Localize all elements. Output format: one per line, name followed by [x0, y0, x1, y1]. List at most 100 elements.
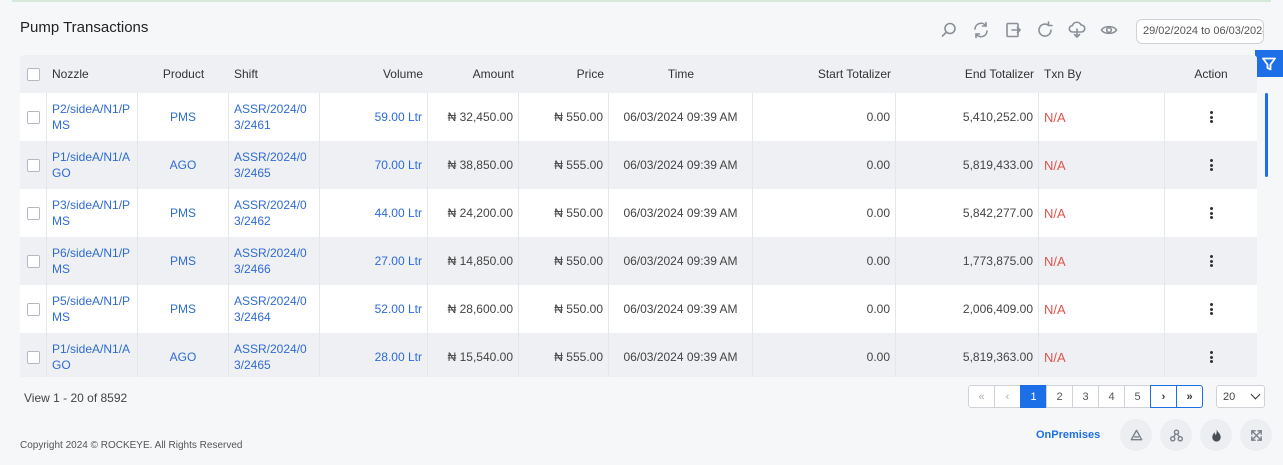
- table-scrollbar[interactable]: [1265, 93, 1268, 177]
- header-shift[interactable]: Shift: [229, 55, 320, 93]
- nozzle-link[interactable]: P6/sideA/N1/PMS: [52, 245, 132, 277]
- export-icon[interactable]: [1002, 19, 1024, 41]
- header-product[interactable]: Product: [138, 55, 229, 93]
- header-txn-by[interactable]: Txn By: [1039, 55, 1165, 93]
- volume-link[interactable]: 59.00 Ltr: [375, 109, 422, 125]
- time-value: 06/03/2024 09:39 AM: [623, 158, 738, 172]
- recycle-icon[interactable]: [1120, 419, 1152, 451]
- time-value: 06/03/2024 09:39 AM: [623, 110, 738, 124]
- top-divider: [12, 0, 1271, 2]
- table-row: P2/sideA/N1/PMS PMS ASSR/2024/03/2461 59…: [20, 93, 1257, 141]
- date-range-input[interactable]: 29/02/2024 to 06/03/2024: [1136, 19, 1264, 44]
- row-action-menu-icon[interactable]: [1204, 301, 1218, 317]
- row-checkbox[interactable]: [26, 158, 40, 172]
- product-link[interactable]: PMS: [170, 205, 196, 221]
- shift-link[interactable]: ASSR/2024/03/2462: [234, 197, 314, 229]
- row-checkbox[interactable]: [26, 110, 40, 124]
- page-button[interactable]: 4: [1098, 385, 1125, 408]
- row-action-menu-icon[interactable]: [1204, 349, 1218, 365]
- start-totalizer-value: 0.00: [866, 206, 890, 220]
- prev-page-button[interactable]: ‹: [994, 385, 1021, 408]
- eye-icon[interactable]: [1098, 19, 1120, 41]
- volume-link[interactable]: 44.00 Ltr: [375, 205, 422, 221]
- amount-value: ₦ 14,850.00: [447, 254, 513, 268]
- header-nozzle[interactable]: Nozzle: [47, 55, 138, 93]
- toolbar: [938, 19, 1130, 41]
- price-value: ₦ 550.00: [554, 206, 603, 220]
- header-start-totalizer[interactable]: Start Totalizer: [753, 55, 896, 93]
- shift-link[interactable]: ASSR/2024/03/2464: [234, 293, 314, 325]
- txn-by-value: N/A: [1044, 301, 1066, 317]
- shift-link[interactable]: ASSR/2024/03/2465: [234, 149, 314, 181]
- table-row: P3/sideA/N1/PMS PMS ASSR/2024/03/2462 44…: [20, 189, 1257, 237]
- volume-link[interactable]: 52.00 Ltr: [375, 301, 422, 317]
- row-checkbox[interactable]: [26, 350, 40, 364]
- next-page-button[interactable]: ›: [1150, 385, 1177, 408]
- product-link[interactable]: PMS: [170, 109, 196, 125]
- nozzle-link[interactable]: P5/sideA/N1/PMS: [52, 293, 132, 325]
- product-link[interactable]: PMS: [170, 253, 196, 269]
- start-totalizer-value: 0.00: [866, 350, 890, 364]
- header-price[interactable]: Price: [519, 55, 609, 93]
- first-page-button[interactable]: «: [968, 385, 995, 408]
- volume-link[interactable]: 70.00 Ltr: [375, 157, 422, 173]
- product-link[interactable]: AGO: [170, 349, 197, 365]
- row-checkbox[interactable]: [26, 206, 40, 220]
- table-header: Nozzle Product Shift Volume Amount Price…: [20, 55, 1257, 93]
- product-link[interactable]: AGO: [170, 157, 197, 173]
- fullscreen-icon[interactable]: [1240, 419, 1272, 451]
- header-amount[interactable]: Amount: [428, 55, 519, 93]
- page-button[interactable]: 3: [1072, 385, 1099, 408]
- price-value: ₦ 555.00: [554, 158, 603, 172]
- table-row: P1/sideA/N1/AGO AGO ASSR/2024/03/2465 28…: [20, 333, 1257, 377]
- search-icon[interactable]: [938, 19, 960, 41]
- product-link[interactable]: PMS: [170, 301, 196, 317]
- page-button[interactable]: 1: [1020, 385, 1047, 408]
- nozzle-link[interactable]: P1/sideA/N1/AGO: [52, 149, 132, 181]
- chevron-down-icon: [1250, 389, 1261, 400]
- header-volume[interactable]: Volume: [320, 55, 428, 93]
- transactions-table: Nozzle Product Shift Volume Amount Price…: [20, 55, 1257, 377]
- select-all-checkbox[interactable]: [27, 67, 40, 81]
- nodes-icon[interactable]: [1160, 419, 1192, 451]
- pagination-info: View 1 - 20 of 8592: [24, 391, 128, 405]
- end-totalizer-value: 5,842,277.00: [962, 206, 1033, 220]
- shift-link[interactable]: ASSR/2024/03/2465: [234, 341, 314, 373]
- row-checkbox[interactable]: [26, 254, 40, 268]
- start-totalizer-value: 0.00: [866, 110, 890, 124]
- cloud-download-icon[interactable]: [1066, 19, 1088, 41]
- row-action-menu-icon[interactable]: [1204, 109, 1218, 125]
- page-title: Pump Transactions: [20, 19, 149, 36]
- volume-link[interactable]: 27.00 Ltr: [375, 253, 422, 269]
- shift-link[interactable]: ASSR/2024/03/2461: [234, 101, 314, 133]
- nozzle-link[interactable]: P2/sideA/N1/PMS: [52, 101, 132, 133]
- deployment-mode: OnPremises: [1036, 429, 1101, 441]
- start-totalizer-value: 0.00: [866, 302, 890, 316]
- shift-link[interactable]: ASSR/2024/03/2466: [234, 245, 314, 277]
- table-row: P6/sideA/N1/PMS PMS ASSR/2024/03/2466 27…: [20, 237, 1257, 285]
- txn-by-value: N/A: [1044, 109, 1066, 125]
- txn-by-value: N/A: [1044, 253, 1066, 269]
- nozzle-link[interactable]: P1/sideA/N1/AGO: [52, 341, 132, 373]
- sync-icon[interactable]: [970, 19, 992, 41]
- row-checkbox[interactable]: [26, 302, 40, 316]
- filter-button[interactable]: [1255, 50, 1283, 77]
- header-time[interactable]: Time: [609, 55, 753, 93]
- last-page-button[interactable]: »: [1176, 385, 1203, 408]
- row-action-menu-icon[interactable]: [1204, 157, 1218, 173]
- page-size-select[interactable]: 20: [1216, 385, 1265, 408]
- page-button[interactable]: 2: [1046, 385, 1073, 408]
- nozzle-link[interactable]: P3/sideA/N1/PMS: [52, 197, 132, 229]
- amount-value: ₦ 28,600.00: [447, 302, 513, 316]
- start-totalizer-value: 0.00: [866, 158, 890, 172]
- end-totalizer-value: 5,819,433.00: [962, 158, 1033, 172]
- refresh-icon[interactable]: [1034, 19, 1056, 41]
- header-end-totalizer[interactable]: End Totalizer: [896, 55, 1039, 93]
- row-action-menu-icon[interactable]: [1204, 253, 1218, 269]
- txn-by-value: N/A: [1044, 157, 1066, 173]
- row-action-menu-icon[interactable]: [1204, 205, 1218, 221]
- flame-icon[interactable]: [1200, 419, 1232, 451]
- time-value: 06/03/2024 09:39 AM: [623, 302, 738, 316]
- volume-link[interactable]: 28.00 Ltr: [375, 349, 422, 365]
- page-button[interactable]: 5: [1124, 385, 1151, 408]
